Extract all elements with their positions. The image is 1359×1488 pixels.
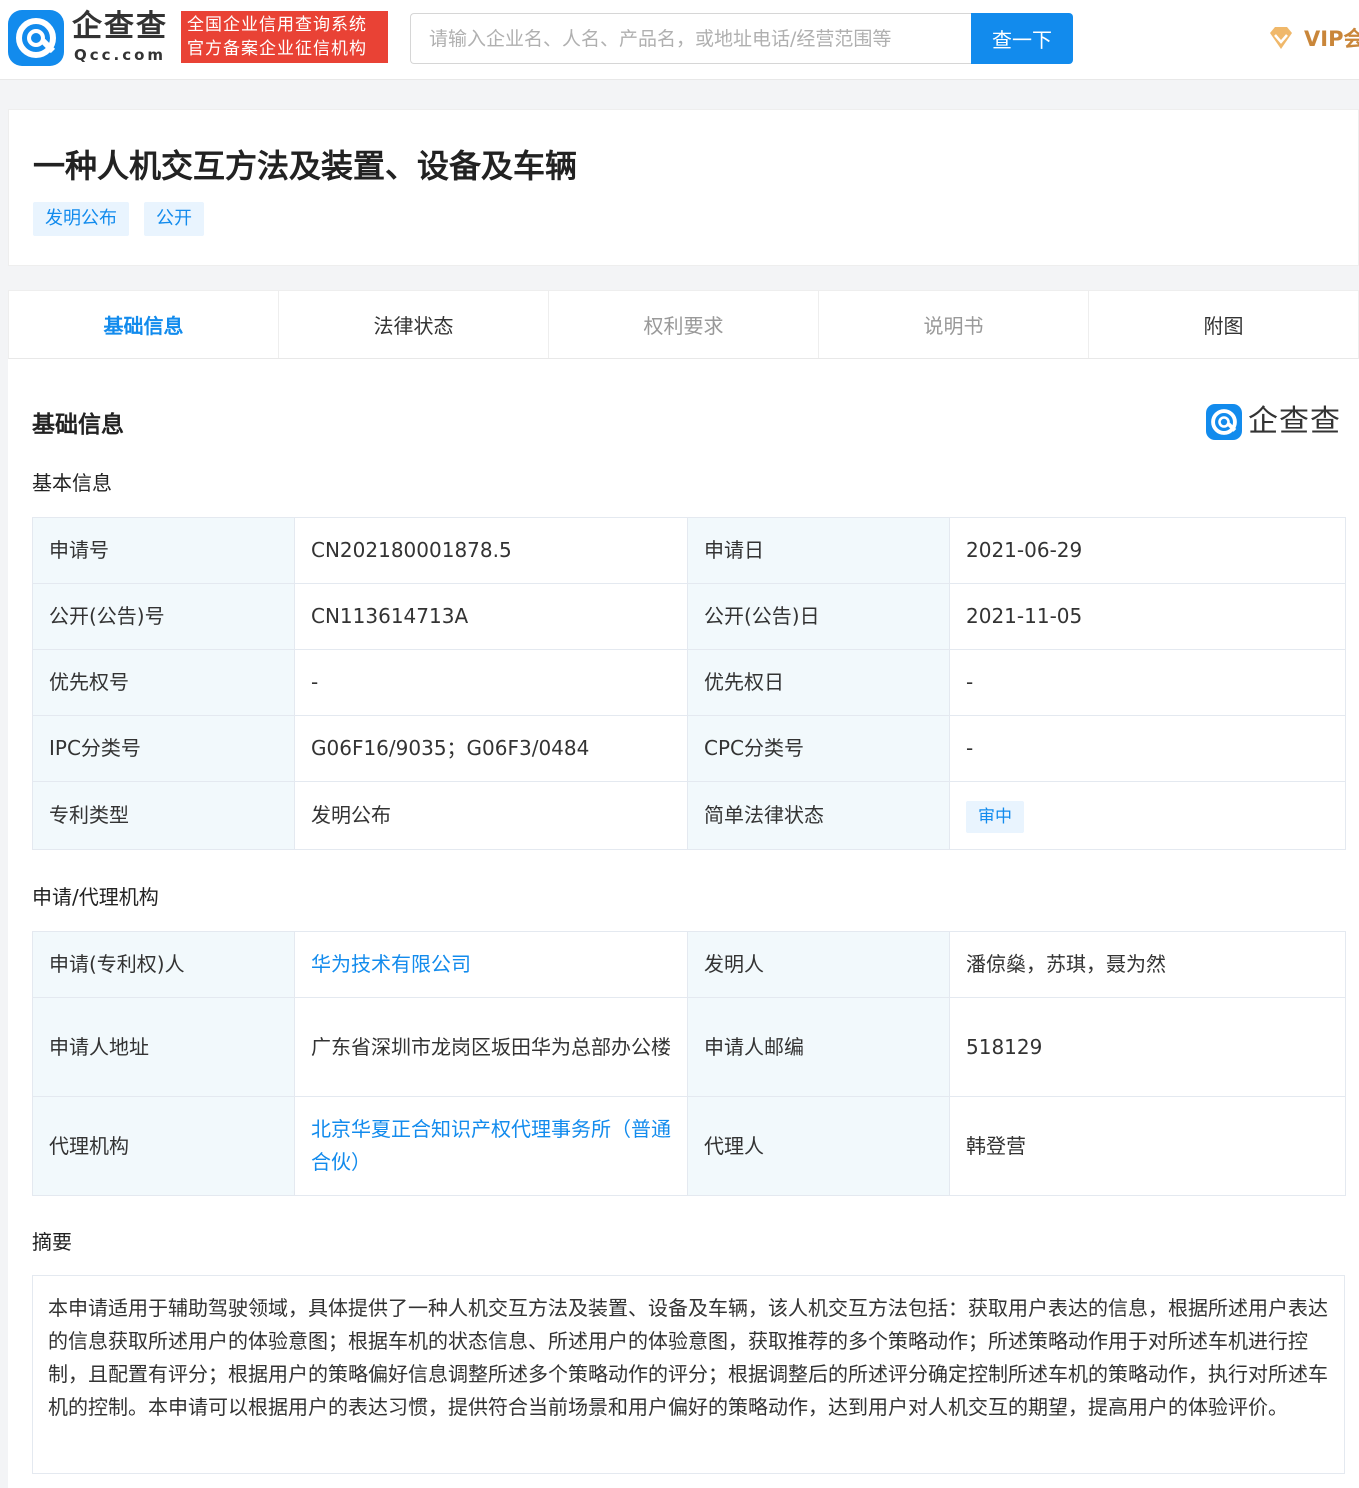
tab-drawings[interactable]: 附图 [1089, 291, 1358, 358]
logo-text[interactable]: 企查查 [72, 8, 168, 46]
logo-domain: Qcc.com [74, 46, 167, 64]
agency-link[interactable]: 北京华夏正合知识产权代理事务所（普通合伙） [294, 1096, 688, 1196]
applicant-link[interactable]: 华为技术有限公司 [294, 931, 688, 998]
label-postal-code: 申请人邮编 [687, 997, 950, 1097]
page-title: 一种人机交互方法及装置、设备及车辆 [33, 147, 578, 185]
table-row: 申请人地址 广东省深圳市龙岗区坂田华为总部办公楼 申请人邮编 518129 [32, 997, 1346, 1097]
value-postal-code: 518129 [949, 997, 1346, 1097]
label-publication-no: 公开(公告)号 [32, 583, 295, 650]
search-button[interactable]: 查一下 [971, 13, 1073, 64]
value-priority-date: - [949, 649, 1346, 716]
label-applicant: 申请(专利权)人 [32, 931, 295, 998]
agency-table: 申请(专利权)人 华为技术有限公司 发明人 潘倞燊，苏琪，聂为然 申请人地址 广… [32, 931, 1346, 1196]
official-badge: 全国企业信用查询系统 官方备案企业征信机构 [181, 11, 388, 63]
value-publication-no: CN113614713A [294, 583, 688, 650]
value-agent: 韩登营 [949, 1096, 1346, 1196]
agency-title: 申请/代理机构 [32, 885, 159, 909]
label-agency: 代理机构 [32, 1096, 295, 1196]
table-row: IPC分类号 G06F16/9035；G06F3/0484 CPC分类号 - [32, 715, 1346, 782]
table-row: 公开(公告)号 CN113614713A 公开(公告)日 2021-11-05 [32, 583, 1346, 650]
label-application-no: 申请号 [32, 517, 295, 584]
vip-entry[interactable]: VIP会 [1266, 22, 1359, 54]
tab-legal-status[interactable]: 法律状态 [279, 291, 549, 358]
abstract-title: 摘要 [32, 1230, 72, 1254]
label-cpc: CPC分类号 [687, 715, 950, 782]
value-application-date: 2021-06-29 [949, 517, 1346, 584]
value-application-no: CN202180001878.5 [294, 517, 688, 584]
label-publication-date: 公开(公告)日 [687, 583, 950, 650]
value-inventors: 潘倞燊，苏琪，聂为然 [949, 931, 1346, 998]
value-ipc: G06F16/9035；G06F3/0484 [294, 715, 688, 782]
section-title: 基础信息 [32, 412, 124, 438]
basic-info-table: 申请号 CN202180001878.5 申请日 2021-06-29 公开(公… [32, 517, 1346, 850]
main-content: 基础信息 企查查 基本信息 申请号 CN202180001878.5 申请日 2… [8, 359, 1359, 1488]
table-row: 申请号 CN202180001878.5 申请日 2021-06-29 [32, 517, 1346, 584]
qcc-watermark-icon [1206, 404, 1242, 440]
badge-line-1: 全国企业信用查询系统 [187, 15, 367, 35]
status-badge: 审中 [966, 800, 1024, 833]
label-priority-date: 优先权日 [687, 649, 950, 716]
patent-title-card: 一种人机交互方法及装置、设备及车辆 发明公布 公开 [8, 109, 1359, 266]
label-priority-no: 优先权号 [32, 649, 295, 716]
tab-claims[interactable]: 权利要求 [549, 291, 819, 358]
vip-label: VIP会 [1304, 27, 1359, 51]
label-ipc: IPC分类号 [32, 715, 295, 782]
badge-line-2: 官方备案企业征信机构 [187, 39, 367, 59]
value-applicant-address: 广东省深圳市龙岗区坂田华为总部办公楼 [294, 997, 688, 1097]
label-patent-type: 专利类型 [32, 781, 295, 850]
label-inventors: 发明人 [687, 931, 950, 998]
detail-tabs: 基础信息 法律状态 权利要求 说明书 附图 [8, 290, 1359, 359]
label-application-date: 申请日 [687, 517, 950, 584]
value-cpc: - [949, 715, 1346, 782]
value-priority-no: - [294, 649, 688, 716]
table-row: 优先权号 - 优先权日 - [32, 649, 1346, 716]
top-header: 企查查 Qcc.com 全国企业信用查询系统 官方备案企业征信机构 查一下 VI… [0, 0, 1359, 80]
basic-info-title: 基本信息 [32, 471, 112, 495]
value-legal-status: 审中 [949, 781, 1346, 850]
vip-diamond-icon [1270, 27, 1292, 49]
label-legal-status: 简单法律状态 [687, 781, 950, 850]
qcc-watermark: 企查查 [1206, 404, 1341, 440]
label-agent: 代理人 [687, 1096, 950, 1196]
qcc-watermark-text: 企查查 [1248, 404, 1341, 439]
value-patent-type: 发明公布 [294, 781, 688, 850]
table-row: 专利类型 发明公布 简单法律状态 审中 [32, 781, 1346, 850]
table-row: 申请(专利权)人 华为技术有限公司 发明人 潘倞燊，苏琪，聂为然 [32, 931, 1346, 998]
abstract-text: 本申请适用于辅助驾驶领域，具体提供了一种人机交互方法及装置、设备及车辆，该人机交… [32, 1275, 1345, 1474]
search-input[interactable] [410, 13, 972, 64]
label-applicant-address: 申请人地址 [32, 997, 295, 1097]
table-row: 代理机构 北京华夏正合知识产权代理事务所（普通合伙） 代理人 韩登营 [32, 1096, 1346, 1196]
patent-type-tag: 发明公布 [33, 202, 129, 236]
tab-description[interactable]: 说明书 [819, 291, 1089, 358]
publication-status-tag: 公开 [144, 202, 204, 236]
tab-basic-info[interactable]: 基础信息 [9, 291, 279, 358]
qcc-logo-icon[interactable] [8, 10, 64, 66]
value-publication-date: 2021-11-05 [949, 583, 1346, 650]
